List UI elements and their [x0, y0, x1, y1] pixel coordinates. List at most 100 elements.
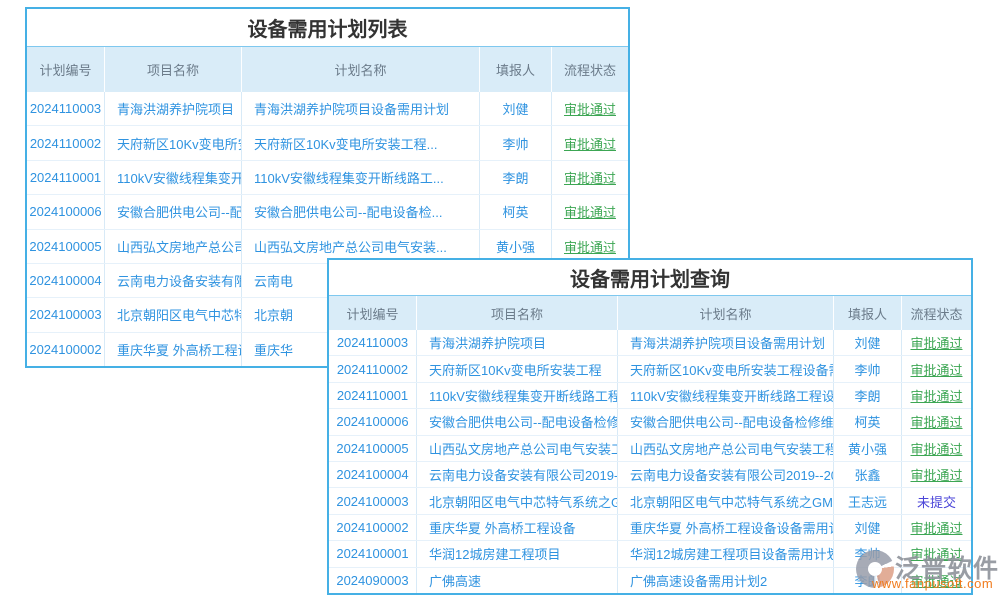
cell-status[interactable]: 审批通过	[902, 383, 971, 408]
cell-plan-no[interactable]: 2024100004	[329, 462, 417, 487]
table-row[interactable]: 2024100004云南电力设备安装有限公司2019--2云南电力设备安装有限公…	[329, 462, 971, 488]
cell-project-name[interactable]: 山西弘文房地产总公司...	[105, 230, 242, 263]
cell-status[interactable]: 审批通过	[902, 356, 971, 381]
cell-project-name[interactable]: 云南电力设备安装有限公司2019--2	[417, 462, 618, 487]
cell-reporter[interactable]: 王志远	[834, 488, 902, 513]
cell-reporter[interactable]: 刘健	[834, 330, 902, 355]
cell-project-name[interactable]: 重庆华夏 外高桥工程设备	[105, 333, 242, 366]
cell-plan-name[interactable]: 重庆华夏 外高桥工程设备设备需用计划	[618, 515, 834, 540]
table-row[interactable]: 2024090003广佛高速广佛高速设备需用计划2李朗审批通过	[329, 568, 971, 593]
cell-plan-no[interactable]: 2024110002	[329, 356, 417, 381]
cell-plan-no[interactable]: 2024110002	[27, 126, 105, 159]
cell-plan-name[interactable]: 广佛高速设备需用计划2	[618, 568, 834, 593]
cell-project-name[interactable]: 云南电力设备安装有限...	[105, 264, 242, 297]
cell-plan-name[interactable]: 安徽合肥供电公司--配电设备检修维护	[618, 409, 834, 434]
table-row[interactable]: 2024110001110kV安徽线程集变开断...110kV安徽线程集变开断线…	[27, 161, 628, 195]
cell-plan-no[interactable]: 2024100003	[27, 298, 105, 331]
cell-reporter[interactable]: 刘健	[480, 92, 552, 125]
cell-reporter[interactable]: 柯英	[834, 409, 902, 434]
cell-reporter[interactable]: 黄小强	[834, 436, 902, 461]
cell-plan-no[interactable]: 2024100003	[329, 488, 417, 513]
cell-plan-no[interactable]: 2024110001	[27, 161, 105, 194]
cell-plan-name[interactable]: 青海洪湖养护院项目设备需用计划	[242, 92, 480, 125]
cell-status[interactable]: 审批通过	[552, 126, 628, 159]
column-header-plan-no: 计划编号	[27, 47, 105, 92]
cell-plan-no[interactable]: 2024100005	[329, 436, 417, 461]
cell-project-name[interactable]: 重庆华夏 外高桥工程设备	[417, 515, 618, 540]
column-header-status: 流程状态	[552, 47, 628, 92]
cell-project-name[interactable]: 天府新区10Kv变电所安...	[105, 126, 242, 159]
cell-plan-name[interactable]: 110kV安徽线程集变开断线路工程设备需	[618, 383, 834, 408]
query-table-header: 计划编号项目名称计划名称填报人流程状态	[329, 296, 971, 330]
cell-status[interactable]: 审批通过	[902, 462, 971, 487]
cell-plan-name[interactable]: 北京朝阳区电气中芯特气系统之GMS设	[618, 488, 834, 513]
cell-status[interactable]: 审批通过	[902, 436, 971, 461]
column-header-plan-name: 计划名称	[618, 296, 834, 330]
cell-project-name[interactable]: 广佛高速	[417, 568, 618, 593]
cell-plan-name[interactable]: 天府新区10Kv变电所安装工程...	[242, 126, 480, 159]
cell-plan-name[interactable]: 山西弘文房地产总公司电气安装工程设	[618, 436, 834, 461]
cell-project-name[interactable]: 青海洪湖养护院项目	[417, 330, 618, 355]
cell-plan-no[interactable]: 2024110001	[329, 383, 417, 408]
cell-plan-no[interactable]: 2024100005	[27, 230, 105, 263]
table-row[interactable]: 2024110003青海洪湖养护院项目青海洪湖养护院项目设备需用计划刘健审批通过	[329, 330, 971, 356]
cell-status[interactable]: 审批通过	[902, 568, 971, 593]
cell-status[interactable]: 审批通过	[552, 161, 628, 194]
cell-reporter[interactable]: 李帅	[834, 356, 902, 381]
cell-project-name[interactable]: 安徽合肥供电公司--配电设备检修维	[417, 409, 618, 434]
table-row[interactable]: 2024110002天府新区10Kv变电所安...天府新区10Kv变电所安装工程…	[27, 126, 628, 160]
list-table-header: 计划编号项目名称计划名称填报人流程状态	[27, 47, 628, 92]
cell-reporter[interactable]: 李朗	[834, 568, 902, 593]
cell-project-name[interactable]: 110kV安徽线程集变开断...	[105, 161, 242, 194]
cell-plan-name[interactable]: 华润12城房建工程项目设备需用计划2	[618, 541, 834, 566]
cell-plan-no[interactable]: 2024100002	[329, 515, 417, 540]
cell-status[interactable]: 审批通过	[902, 409, 971, 434]
table-row[interactable]: 2024110003青海洪湖养护院项目青海洪湖养护院项目设备需用计划刘健审批通过	[27, 92, 628, 126]
cell-plan-no[interactable]: 2024100004	[27, 264, 105, 297]
cell-project-name[interactable]: 110kV安徽线程集变开断线路工程	[417, 383, 618, 408]
cell-plan-name[interactable]: 天府新区10Kv变电所安装工程设备需用	[618, 356, 834, 381]
column-header-status: 流程状态	[902, 296, 971, 330]
cell-plan-no[interactable]: 2024110003	[329, 330, 417, 355]
table-row[interactable]: 2024110002天府新区10Kv变电所安装工程天府新区10Kv变电所安装工程…	[329, 356, 971, 382]
cell-status[interactable]: 审批通过	[552, 92, 628, 125]
table-row[interactable]: 2024100006安徽合肥供电公司--配电设备检修维安徽合肥供电公司--配电设…	[329, 409, 971, 435]
cell-project-name[interactable]: 青海洪湖养护院项目	[105, 92, 242, 125]
cell-status[interactable]: 审批通过	[552, 195, 628, 228]
cell-reporter[interactable]: 李帅	[834, 541, 902, 566]
cell-plan-no[interactable]: 2024100002	[27, 333, 105, 366]
cell-plan-name[interactable]: 云南电力设备安装有限公司2019--202	[618, 462, 834, 487]
cell-reporter[interactable]: 张鑫	[834, 462, 902, 487]
cell-status[interactable]: 审批通过	[902, 541, 971, 566]
cell-plan-name[interactable]: 安徽合肥供电公司--配电设备检...	[242, 195, 480, 228]
table-row[interactable]: 2024110001110kV安徽线程集变开断线路工程110kV安徽线程集变开断…	[329, 383, 971, 409]
table-row[interactable]: 2024100006安徽合肥供电公司--配电...安徽合肥供电公司--配电设备检…	[27, 195, 628, 229]
column-header-plan-name: 计划名称	[242, 47, 480, 92]
cell-project-name[interactable]: 安徽合肥供电公司--配电...	[105, 195, 242, 228]
cell-reporter[interactable]: 柯英	[480, 195, 552, 228]
cell-plan-no[interactable]: 2024100001	[329, 541, 417, 566]
cell-status[interactable]: 未提交	[902, 488, 971, 513]
cell-reporter[interactable]: 刘健	[834, 515, 902, 540]
cell-project-name[interactable]: 山西弘文房地产总公司电气安装工程	[417, 436, 618, 461]
cell-reporter[interactable]: 李帅	[480, 126, 552, 159]
table-row[interactable]: 2024100005山西弘文房地产总公司电气安装工程山西弘文房地产总公司电气安装…	[329, 436, 971, 462]
table-row[interactable]: 2024100001华润12城房建工程项目华润12城房建工程项目设备需用计划2李…	[329, 541, 971, 567]
cell-plan-no[interactable]: 2024100006	[27, 195, 105, 228]
cell-project-name[interactable]: 华润12城房建工程项目	[417, 541, 618, 566]
cell-plan-no[interactable]: 2024100006	[329, 409, 417, 434]
cell-plan-no[interactable]: 2024110003	[27, 92, 105, 125]
cell-plan-name[interactable]: 110kV安徽线程集变开断线路工...	[242, 161, 480, 194]
cell-plan-name[interactable]: 青海洪湖养护院项目设备需用计划	[618, 330, 834, 355]
cell-project-name[interactable]: 北京朝阳区电气中芯特气系统之GM	[417, 488, 618, 513]
cell-reporter[interactable]: 李朗	[834, 383, 902, 408]
cell-plan-no[interactable]: 2024090003	[329, 568, 417, 593]
column-header-reporter: 填报人	[480, 47, 552, 92]
cell-status[interactable]: 审批通过	[902, 515, 971, 540]
cell-reporter[interactable]: 李朗	[480, 161, 552, 194]
table-row[interactable]: 2024100002重庆华夏 外高桥工程设备重庆华夏 外高桥工程设备设备需用计划…	[329, 515, 971, 541]
cell-project-name[interactable]: 天府新区10Kv变电所安装工程	[417, 356, 618, 381]
table-row[interactable]: 2024100003北京朝阳区电气中芯特气系统之GM北京朝阳区电气中芯特气系统之…	[329, 488, 971, 514]
cell-status[interactable]: 审批通过	[902, 330, 971, 355]
cell-project-name[interactable]: 北京朝阳区电气中芯特...	[105, 298, 242, 331]
